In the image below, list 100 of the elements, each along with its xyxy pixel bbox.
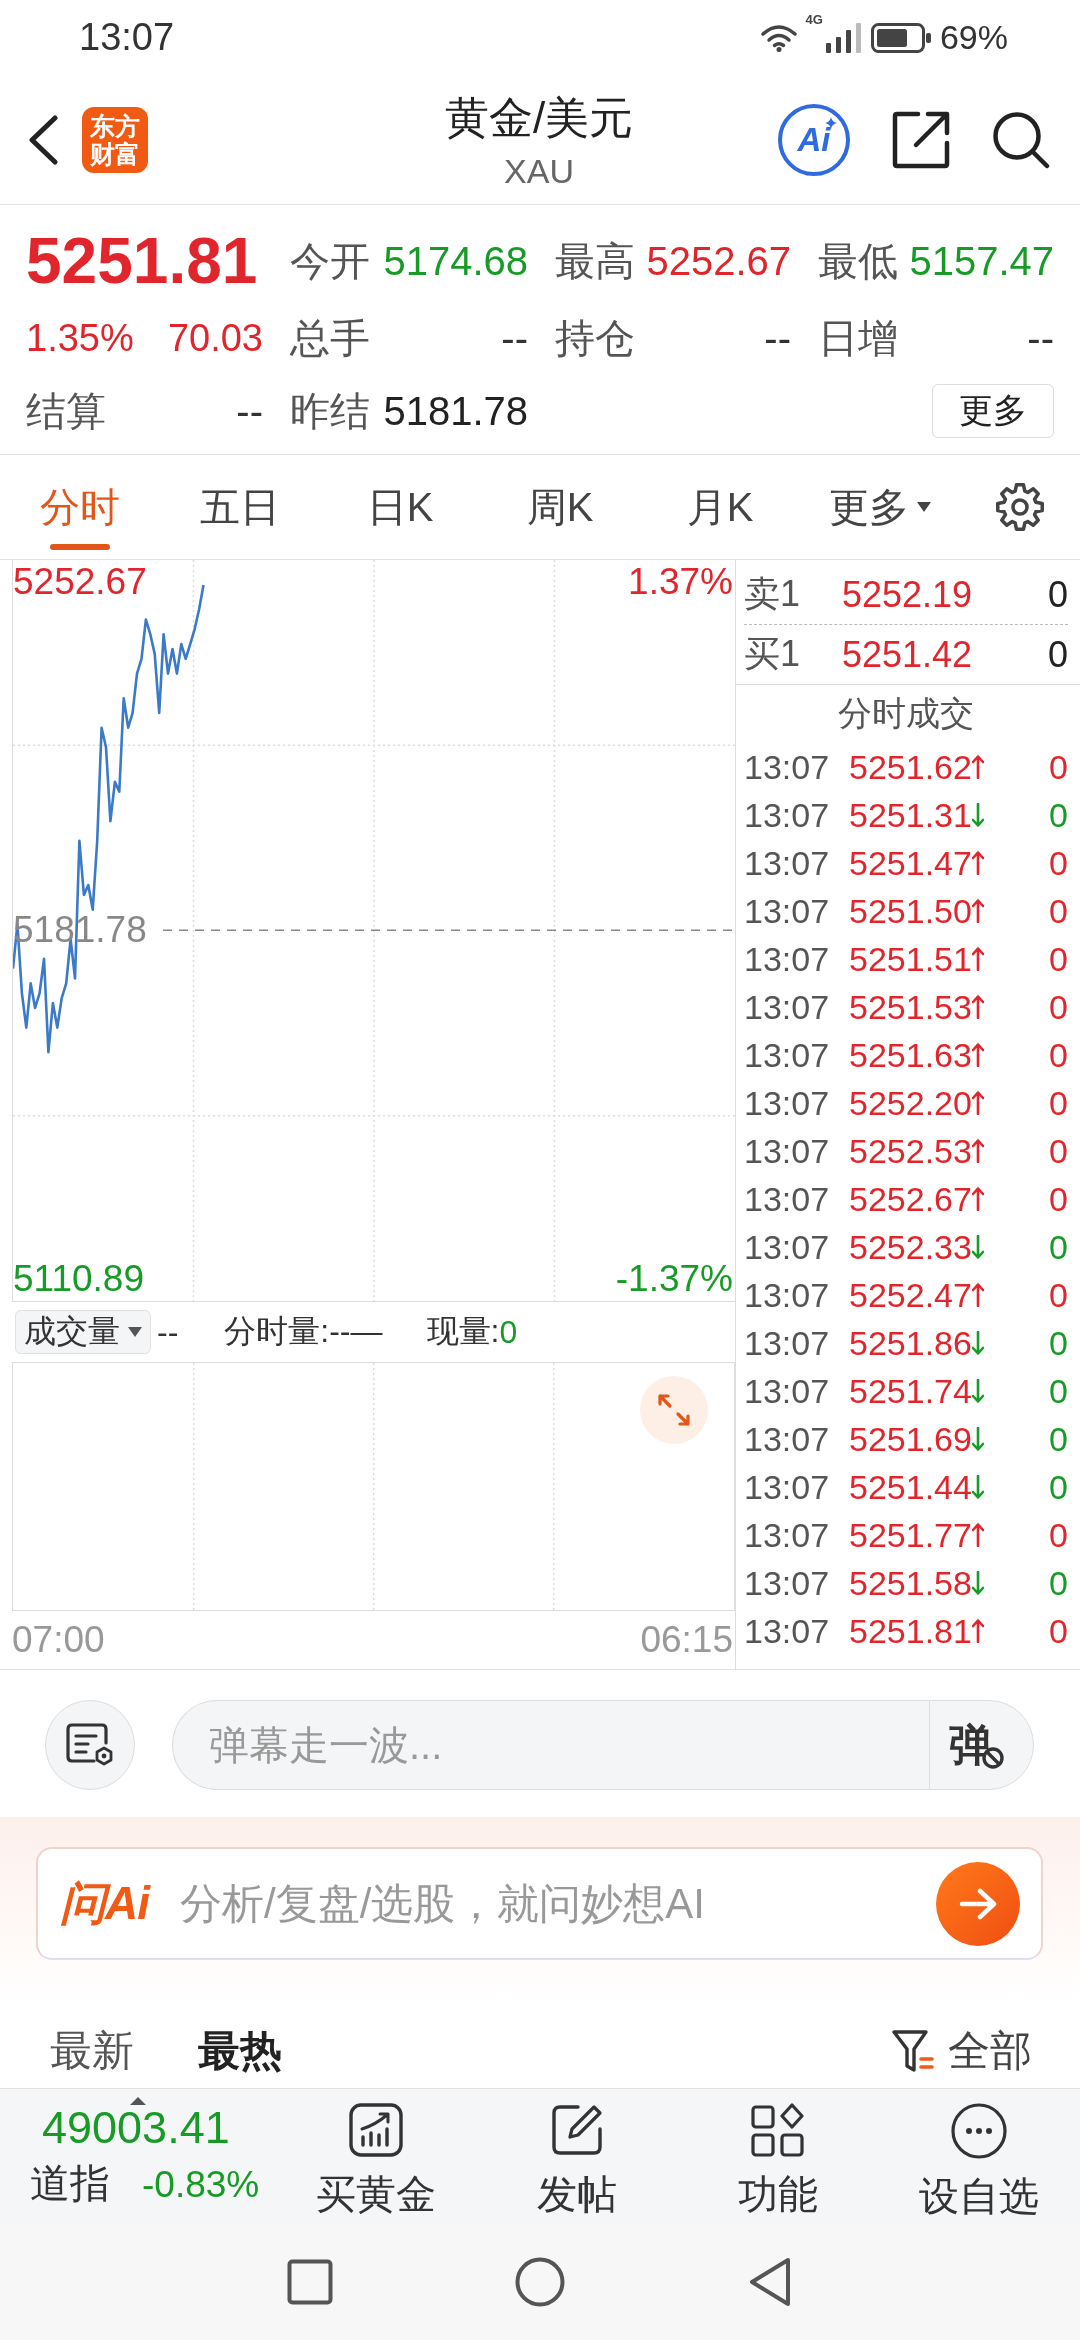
- more-button[interactable]: 更多: [932, 384, 1054, 438]
- stat-value: --: [764, 315, 791, 361]
- split-volume-label: 分时量:--—: [224, 1312, 383, 1351]
- stat-label: 日增: [818, 314, 898, 362]
- nav-button[interactable]: 设自选: [878, 2089, 1079, 2223]
- stat-value: 5181.78: [383, 388, 528, 434]
- signal-icon: [825, 22, 862, 53]
- document-gear-icon: [66, 1723, 114, 1767]
- trade-price: 5252.53: [849, 1131, 972, 1171]
- trade-volume: 0: [1049, 1323, 1068, 1363]
- sparkle-icon: [825, 116, 837, 129]
- stat-label: 昨结: [290, 387, 370, 435]
- trade-volume: 0: [1049, 1035, 1068, 1075]
- change-percent: 1.35%: [26, 316, 134, 360]
- trade-volume: 0: [1049, 1227, 1068, 1267]
- trade-time: 13:07: [744, 987, 831, 1027]
- chart-icon: [348, 2103, 403, 2157]
- time-axis-label: 06:15: [640, 1619, 733, 1661]
- search-button[interactable]: [992, 110, 1050, 169]
- percent-axis-label: 1.37%: [628, 560, 733, 604]
- ai-question-input[interactable]: 分析/复盘/选股，就问妙想AI: [180, 1873, 936, 1934]
- trade-price: 5252.47: [849, 1275, 972, 1315]
- filter-button[interactable]: 全部: [892, 2023, 1032, 2079]
- stat-value: 5157.47: [909, 238, 1054, 284]
- ai-button[interactable]: Ai: [778, 103, 850, 176]
- recents-icon: [287, 2258, 333, 2305]
- stat-value: --: [1027, 315, 1054, 361]
- trade-time: 13:07: [744, 939, 831, 979]
- trade-time: 13:07: [744, 1611, 831, 1651]
- edit-icon: [549, 2103, 604, 2157]
- back-button[interactable]: [28, 114, 58, 165]
- trade-time: 13:07: [744, 1563, 831, 1603]
- nav-button[interactable]: 功能: [677, 2089, 878, 2223]
- trade-volume: 0: [1049, 939, 1068, 979]
- trade-time: 13:07: [744, 1227, 831, 1267]
- trade-volume: 0: [1049, 1083, 1068, 1123]
- arrow-right-icon: [959, 1887, 997, 1920]
- trade-time: 13:07: [744, 1083, 831, 1123]
- chart-tab[interactable]: 分时: [0, 455, 160, 559]
- feed-tab[interactable]: 最新: [50, 2023, 134, 2079]
- trade-price: 5251.74: [849, 1371, 972, 1411]
- trade-price: 5252.67: [849, 1179, 972, 1219]
- trade-volume: 0: [1049, 1275, 1068, 1315]
- chart-tab[interactable]: 更多: [800, 455, 960, 559]
- page-title: 黄金/美元: [444, 91, 634, 144]
- trade-time: 13:07: [744, 1275, 831, 1315]
- stat-label: 结算: [26, 387, 106, 435]
- time-axis-label: 07:00: [12, 1619, 105, 1661]
- ai-logo: 问Ai: [60, 1875, 152, 1931]
- trade-time: 13:07: [744, 891, 831, 931]
- caret-down-icon: [917, 502, 931, 512]
- trade-price: 5252.33: [849, 1227, 972, 1267]
- back-icon: [28, 114, 58, 165]
- trade-time: 13:07: [744, 1179, 831, 1219]
- trade-price: 5251.58: [849, 1563, 972, 1603]
- trade-price: 5251.62: [849, 747, 972, 787]
- trade-price: 5251.81: [849, 1611, 972, 1651]
- settings-button[interactable]: [995, 482, 1045, 532]
- volume-selector[interactable]: 成交量: [15, 1310, 151, 1354]
- feed-tab[interactable]: 最热: [198, 2023, 282, 2079]
- trades-title: 分时成交: [837, 693, 975, 734]
- share-button[interactable]: [892, 110, 950, 169]
- home-icon: [515, 2256, 565, 2307]
- filter-icon: [892, 2029, 934, 2073]
- price-axis-label: 5110.89: [13, 1256, 144, 1301]
- current-volume-value: 0: [499, 1313, 518, 1351]
- index-name: 道指: [30, 2159, 110, 2207]
- trade-time: 13:07: [744, 795, 831, 835]
- trade-price: 5251.53: [849, 987, 972, 1027]
- chart-tab[interactable]: 月K: [640, 455, 800, 559]
- trade-price: 5251.50: [849, 891, 972, 931]
- trade-volume: 0: [1049, 1611, 1068, 1651]
- network-type-label: 4G: [805, 12, 823, 27]
- trade-volume: 0: [1049, 1371, 1068, 1411]
- battery-icon: [870, 22, 931, 53]
- nav-button[interactable]: 买黄金: [275, 2089, 476, 2223]
- battery-level-text: 69%: [939, 18, 1008, 57]
- stat-label: 最低: [818, 237, 898, 285]
- chart-tab[interactable]: 周K: [480, 455, 640, 559]
- change-amount: 70.03: [167, 316, 263, 360]
- chart-tab[interactable]: 五日: [160, 455, 320, 559]
- stat-value: 5174.68: [383, 238, 528, 284]
- order-price: 5251.42: [842, 633, 973, 676]
- trade-time: 13:07: [744, 843, 831, 883]
- trade-price: 5251.69: [849, 1419, 972, 1459]
- stat-label: 今开: [290, 237, 370, 285]
- order-level-label: 卖1: [744, 572, 802, 616]
- index-change: -0.83%: [142, 2163, 260, 2206]
- trade-price: 5252.20: [849, 1083, 972, 1123]
- stat-label: 最高: [555, 237, 635, 285]
- caret-down-icon: [128, 1327, 142, 1337]
- trade-volume: 0: [1049, 1515, 1068, 1555]
- trade-time: 13:07: [744, 1035, 831, 1075]
- chart-tab[interactable]: 日K: [320, 455, 480, 559]
- order-volume: 0: [1047, 633, 1068, 676]
- danmu-button[interactable]: 弹: [929, 1700, 1034, 1790]
- stat-label: 持仓: [555, 314, 635, 362]
- trade-volume: 0: [1049, 1419, 1068, 1459]
- danmu-input[interactable]: 弹幕走一波...: [172, 1700, 929, 1790]
- nav-button[interactable]: 发帖: [476, 2089, 677, 2223]
